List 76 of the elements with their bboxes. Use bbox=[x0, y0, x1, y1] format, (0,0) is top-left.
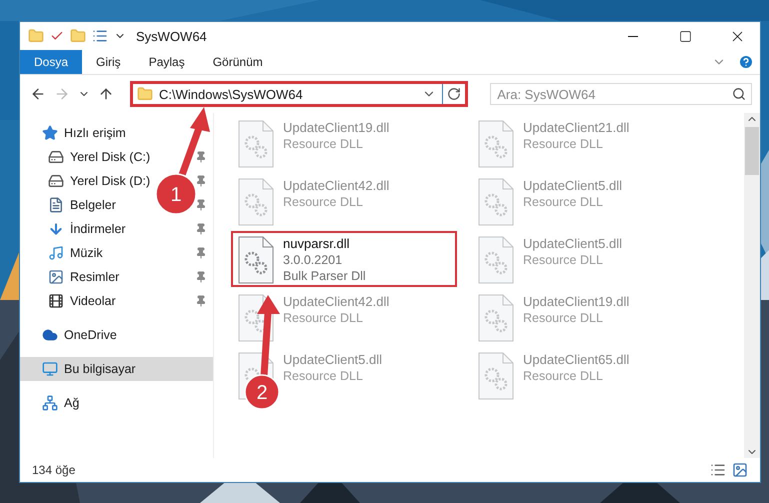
window-title: SysWOW64 bbox=[136, 28, 208, 44]
ribbon-tab[interactable]: Dosya bbox=[20, 50, 82, 74]
pin-icon[interactable] bbox=[195, 223, 207, 235]
nav-item[interactable]: Yerel Disk (D:) bbox=[48, 169, 154, 193]
pin-icon[interactable] bbox=[195, 247, 207, 259]
file-tile[interactable]: nuvparsr.dll 3.0.0.2201 Bulk Parser Dll bbox=[231, 231, 457, 287]
drive-icon bbox=[48, 149, 64, 165]
cloud-icon bbox=[42, 327, 58, 343]
file-detail: Resource DLL bbox=[283, 369, 364, 383]
folder-icon[interactable] bbox=[70, 28, 86, 44]
search-field[interactable]: Ara: SysWOW64 bbox=[490, 83, 752, 105]
nav-item[interactable]: Müzik bbox=[48, 241, 107, 265]
file-detail: Resource DLL bbox=[523, 369, 604, 383]
ribbon-tab[interactable]: Paylaş bbox=[134, 50, 199, 74]
gear-file-icon bbox=[237, 119, 275, 169]
file-detail: Resource DLL bbox=[283, 137, 364, 151]
ribbon-tab[interactable]: Görünüm bbox=[198, 50, 277, 74]
nav-item[interactable]: Hızlı erişim bbox=[20, 121, 130, 145]
callout-circle bbox=[155, 173, 197, 215]
gear-file-icon bbox=[477, 177, 515, 227]
scrollbar[interactable] bbox=[744, 113, 760, 458]
maximize-icon bbox=[678, 30, 692, 42]
file-name[interactable]: nuvparsr.dll bbox=[283, 236, 366, 251]
gear-file-icon bbox=[477, 235, 515, 285]
nav-item[interactable]: İndirmeler bbox=[48, 217, 130, 241]
file-detail: Resource DLL bbox=[283, 195, 364, 209]
ribbon-tab[interactable]: Giriş bbox=[82, 50, 135, 74]
gear-file-icon bbox=[477, 119, 515, 169]
drive-icon bbox=[48, 173, 64, 189]
pin-icon[interactable] bbox=[195, 295, 207, 307]
pin-icon[interactable] bbox=[195, 151, 207, 163]
address-bar[interactable]: C:\Windows\SysWOW64 bbox=[130, 81, 468, 107]
nav-item[interactable]: Bu bilgisayar bbox=[20, 357, 213, 381]
callout-number: 1 bbox=[170, 184, 182, 206]
gear-file-icon bbox=[237, 177, 275, 227]
details-view-icon[interactable] bbox=[710, 462, 726, 478]
search-icon bbox=[732, 87, 746, 101]
gear-file-icon bbox=[477, 293, 515, 343]
address-path: C:\Windows\SysWOW64 bbox=[159, 86, 304, 102]
download-icon bbox=[48, 221, 64, 237]
tiles-view-icon[interactable] bbox=[732, 462, 748, 478]
music-note-icon bbox=[48, 245, 64, 261]
gear-file-icon bbox=[237, 235, 275, 285]
file-detail: Resource DLL bbox=[523, 137, 604, 151]
nav-item[interactable]: Resimler bbox=[48, 265, 124, 289]
folder-icon bbox=[137, 86, 153, 102]
pin-icon[interactable] bbox=[195, 271, 207, 283]
nav-item[interactable]: Yerel Disk (C:) bbox=[48, 145, 154, 169]
file-detail: Resource DLL bbox=[523, 311, 604, 325]
help-icon[interactable] bbox=[738, 54, 754, 70]
callout-arrow bbox=[178, 107, 210, 176]
folder-icon[interactable] bbox=[28, 28, 44, 44]
callout-number: 2 bbox=[256, 382, 268, 404]
network-icon bbox=[42, 395, 58, 411]
list-icon[interactable] bbox=[92, 28, 108, 44]
item-count: 134 öğe bbox=[32, 463, 76, 477]
file-detail: Resource DLL bbox=[523, 195, 604, 209]
nav-item[interactable]: OneDrive bbox=[20, 323, 121, 347]
callout-circle bbox=[244, 374, 280, 410]
refresh-icon bbox=[447, 87, 462, 101]
document-icon bbox=[48, 197, 64, 213]
star-icon bbox=[42, 125, 58, 141]
file-detail: 3.0.0.2201 bbox=[283, 253, 344, 267]
file-detail: Resource DLL bbox=[283, 311, 364, 325]
file-description: Bulk Parser Dll bbox=[283, 269, 366, 283]
picture-icon bbox=[48, 269, 64, 285]
scroll-thumb[interactable] bbox=[745, 127, 759, 175]
monitor-icon bbox=[42, 361, 58, 377]
gear-file-icon bbox=[477, 351, 515, 401]
nav-item[interactable]: Belgeler bbox=[48, 193, 120, 217]
nav-item[interactable]: Videolar bbox=[48, 289, 120, 313]
file-detail: Resource DLL bbox=[523, 253, 604, 267]
nav-item[interactable]: Ağ bbox=[20, 391, 84, 415]
film-icon bbox=[48, 293, 64, 309]
pin-icon[interactable] bbox=[195, 199, 207, 211]
pin-icon[interactable] bbox=[195, 175, 207, 187]
